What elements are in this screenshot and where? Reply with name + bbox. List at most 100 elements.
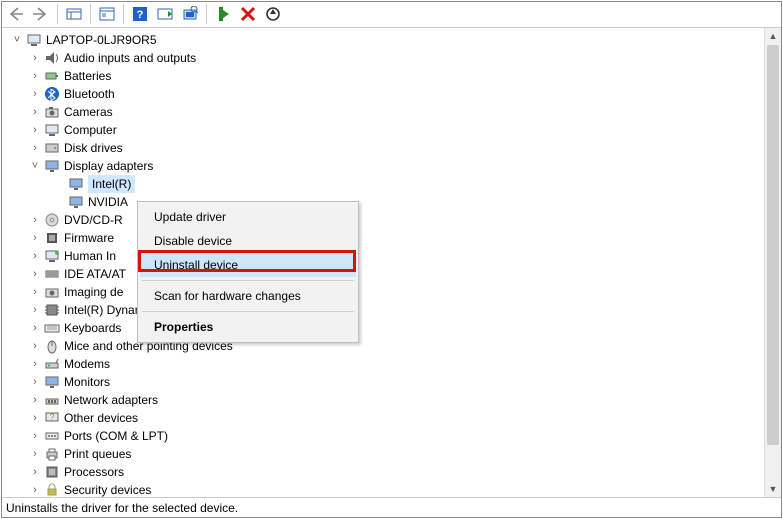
forward-button[interactable] bbox=[29, 3, 53, 25]
ctx-properties[interactable]: Properties bbox=[140, 315, 356, 339]
expand-icon[interactable]: › bbox=[28, 321, 42, 335]
category-label: DVD/CD-R bbox=[64, 211, 123, 229]
collapse-icon[interactable]: ˅ bbox=[28, 159, 42, 173]
ctx-uninstall-device[interactable]: Uninstall device bbox=[140, 253, 356, 277]
scroll-thumb[interactable] bbox=[767, 45, 779, 445]
category-label: Firmware bbox=[64, 229, 114, 247]
ctx-scan-hardware[interactable]: Scan for hardware changes bbox=[140, 284, 356, 308]
category-label: Display adapters bbox=[64, 157, 153, 175]
expand-icon[interactable]: › bbox=[28, 267, 42, 281]
expand-icon[interactable]: › bbox=[28, 285, 42, 299]
fw-icon bbox=[44, 230, 60, 246]
mice-icon bbox=[44, 338, 60, 354]
device-label: NVIDIA bbox=[88, 193, 128, 211]
category-mice[interactable]: ›Mice and other pointing devices bbox=[4, 337, 764, 355]
category-mon[interactable]: › Monitors bbox=[4, 373, 764, 391]
category-label: Other devices bbox=[64, 409, 138, 427]
print-icon bbox=[44, 446, 60, 462]
expand-icon[interactable]: › bbox=[28, 105, 42, 119]
device-disp-intel[interactable]: Intel(R) bbox=[4, 175, 764, 193]
computer-icon bbox=[26, 32, 42, 48]
expand-icon[interactable]: › bbox=[28, 429, 42, 443]
expand-icon[interactable]: › bbox=[28, 69, 42, 83]
update-button[interactable] bbox=[261, 3, 285, 25]
expand-icon[interactable]: › bbox=[28, 357, 42, 371]
category-print[interactable]: ›Print queues bbox=[4, 445, 764, 463]
category-hid[interactable]: ›Human In bbox=[4, 247, 764, 265]
scroll-down-button[interactable]: ▼ bbox=[765, 480, 781, 497]
show-hidden-button[interactable] bbox=[62, 3, 86, 25]
scroll-up-button[interactable]: ▲ bbox=[765, 28, 781, 45]
expand-icon[interactable]: › bbox=[28, 483, 42, 497]
device-label: Intel(R) bbox=[88, 175, 135, 193]
device-tree[interactable]: ˅ LAPTOP-0LJR9OR5 ›Audio inputs and outp… bbox=[2, 28, 764, 497]
disp-icon bbox=[44, 158, 60, 174]
category-other[interactable]: ›?Other devices bbox=[4, 409, 764, 427]
expand-icon[interactable]: › bbox=[28, 249, 42, 263]
category-ports[interactable]: › Ports (COM & LPT) bbox=[4, 427, 764, 445]
ctx-disable-device[interactable]: Disable device bbox=[140, 229, 356, 253]
expand-icon[interactable]: › bbox=[28, 51, 42, 65]
action-button[interactable] bbox=[153, 3, 177, 25]
expand-icon[interactable]: › bbox=[28, 447, 42, 461]
expand-icon[interactable]: › bbox=[28, 123, 42, 137]
category-disp[interactable]: ˅ Display adapters bbox=[4, 157, 764, 175]
expand-icon[interactable]: › bbox=[28, 465, 42, 479]
category-net[interactable]: › Network adapters bbox=[4, 391, 764, 409]
ctx-update-driver[interactable]: Update driver bbox=[140, 205, 356, 229]
ide-icon bbox=[44, 266, 60, 282]
mon-icon bbox=[44, 374, 60, 390]
category-audio[interactable]: ›Audio inputs and outputs bbox=[4, 49, 764, 67]
expand-icon[interactable]: › bbox=[28, 339, 42, 353]
category-label: Ports (COM & LPT) bbox=[64, 427, 168, 445]
category-fw[interactable]: › Firmware bbox=[4, 229, 764, 247]
scan-button[interactable] bbox=[178, 3, 202, 25]
expand-icon[interactable]: › bbox=[28, 375, 42, 389]
category-label: Batteries bbox=[64, 67, 111, 85]
category-ide[interactable]: › IDE ATA/AT bbox=[4, 265, 764, 283]
expand-icon[interactable]: › bbox=[28, 231, 42, 245]
category-batt[interactable]: › Batteries bbox=[4, 67, 764, 85]
properties-button[interactable] bbox=[95, 3, 119, 25]
category-label: Cameras bbox=[64, 103, 113, 121]
enable-button[interactable] bbox=[211, 3, 235, 25]
expand-icon[interactable]: › bbox=[28, 87, 42, 101]
expand-icon[interactable]: › bbox=[28, 411, 42, 425]
expand-icon[interactable]: › bbox=[28, 303, 42, 317]
batt-icon bbox=[44, 68, 60, 84]
category-kb[interactable]: ›Keyboards bbox=[4, 319, 764, 337]
ports-icon bbox=[44, 428, 60, 444]
bt-icon bbox=[44, 86, 60, 102]
expand-icon[interactable]: › bbox=[28, 213, 42, 227]
expand-icon[interactable]: › bbox=[28, 141, 42, 155]
category-img[interactable]: › Imaging de bbox=[4, 283, 764, 301]
root-node[interactable]: ˅ LAPTOP-0LJR9OR5 bbox=[4, 31, 764, 49]
dptf-icon bbox=[44, 302, 60, 318]
back-button[interactable] bbox=[4, 3, 28, 25]
help-button[interactable]: ? bbox=[128, 3, 152, 25]
category-dptf[interactable]: ›Intel(R) Dynamic Platform and Thermal F… bbox=[4, 301, 764, 319]
status-bar: Uninstalls the driver for the selected d… bbox=[2, 497, 781, 517]
category-comp[interactable]: ›Computer bbox=[4, 121, 764, 139]
category-label: Modems bbox=[64, 355, 110, 373]
category-label: Imaging de bbox=[64, 283, 123, 301]
category-dvd[interactable]: › DVD/CD-R bbox=[4, 211, 764, 229]
category-label: IDE ATA/AT bbox=[64, 265, 126, 283]
uninstall-button[interactable] bbox=[236, 3, 260, 25]
toolbar: ? bbox=[2, 2, 781, 28]
category-cam[interactable]: › Cameras bbox=[4, 103, 764, 121]
expand-icon[interactable]: › bbox=[28, 393, 42, 407]
category-label: Monitors bbox=[64, 373, 110, 391]
device-disp-nvidia[interactable]: NVIDIA bbox=[4, 193, 764, 211]
sec-icon bbox=[44, 482, 60, 497]
category-bt[interactable]: ›Bluetooth bbox=[4, 85, 764, 103]
proc-icon bbox=[44, 464, 60, 480]
category-sec[interactable]: ›Security devices bbox=[4, 481, 764, 497]
vertical-scrollbar[interactable]: ▲ ▼ bbox=[764, 28, 781, 497]
collapse-icon[interactable]: ˅ bbox=[10, 33, 24, 47]
category-disk[interactable]: › Disk drives bbox=[4, 139, 764, 157]
category-label: Disk drives bbox=[64, 139, 123, 157]
category-label: Network adapters bbox=[64, 391, 158, 409]
category-modem[interactable]: › Modems bbox=[4, 355, 764, 373]
category-proc[interactable]: ›Processors bbox=[4, 463, 764, 481]
